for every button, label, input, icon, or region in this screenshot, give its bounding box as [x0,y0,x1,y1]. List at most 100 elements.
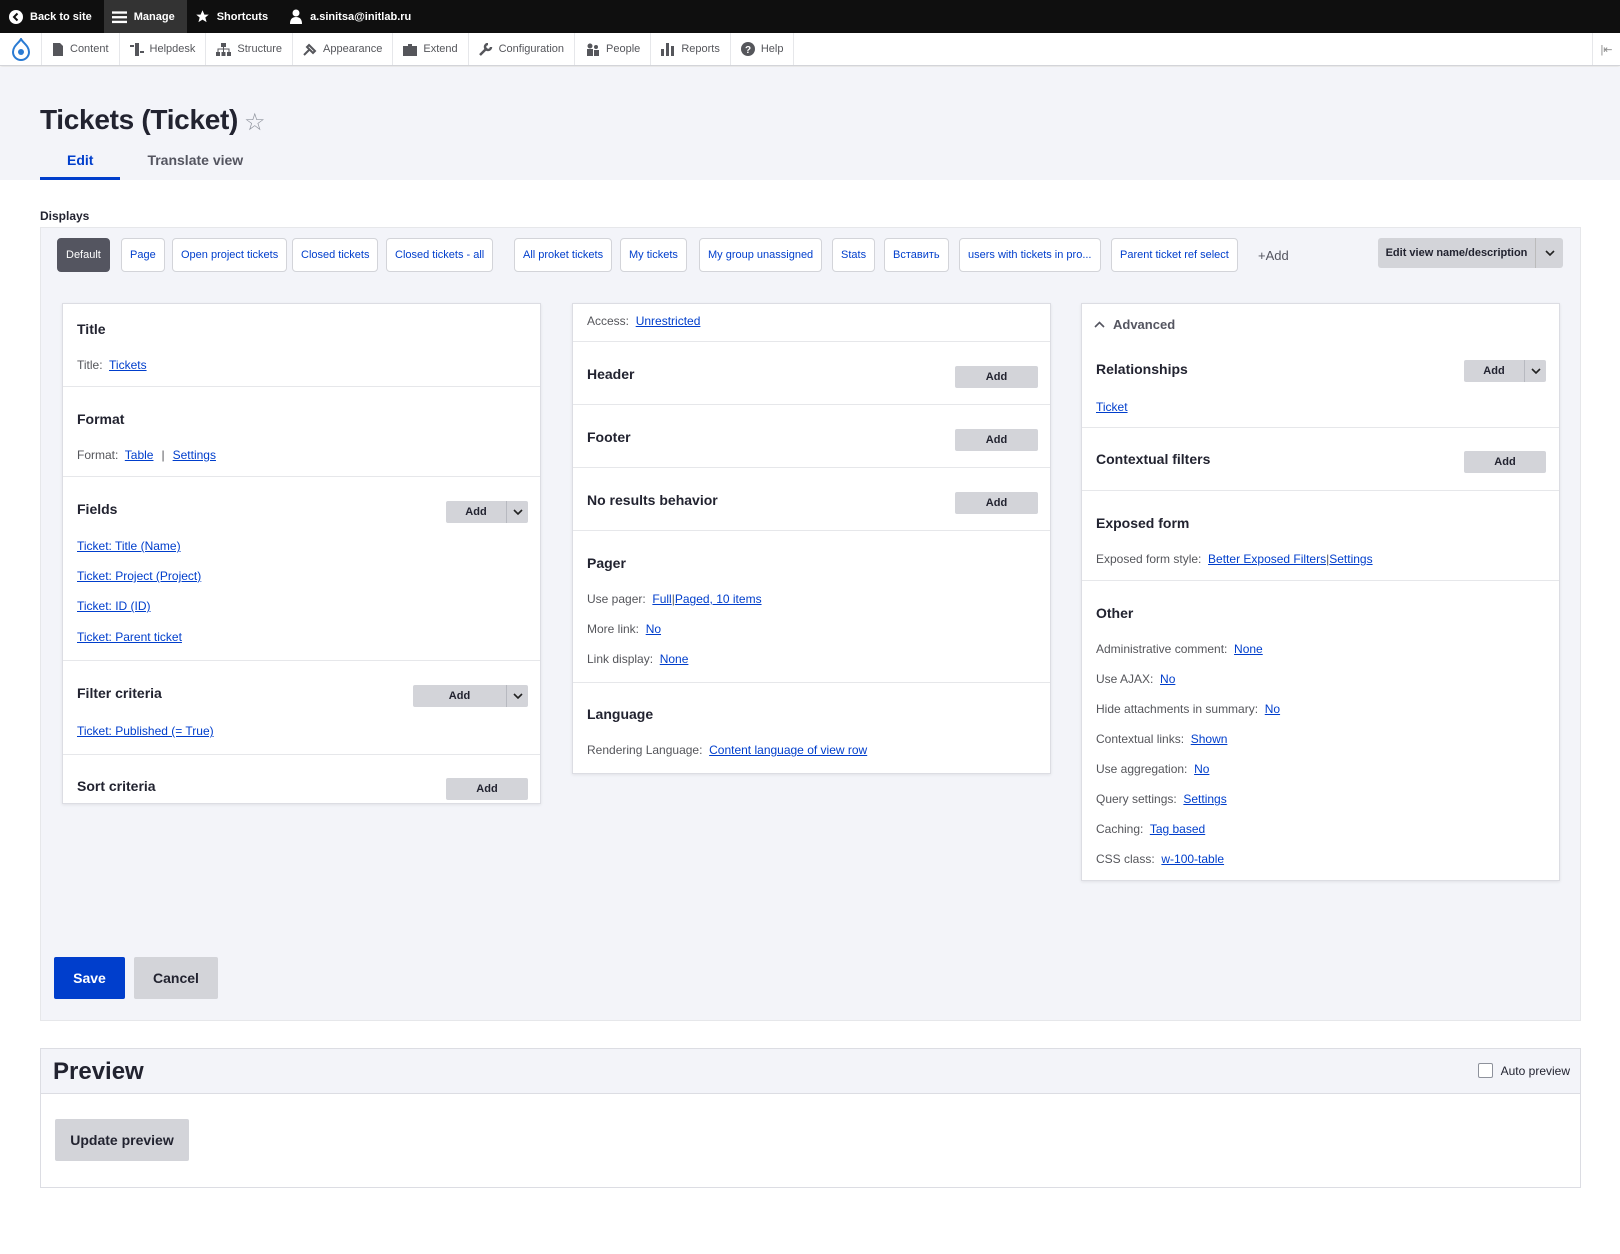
no-results-add-button[interactable]: Add [955,492,1038,514]
display-tab-closed[interactable]: Closed tickets [292,238,379,272]
other-value-link[interactable]: Settings [1183,792,1226,806]
display-tab-my-group[interactable]: My group unassigned [699,238,823,272]
tab-translate-view[interactable]: Translate view [120,146,270,180]
format-settings-link[interactable]: Settings [173,448,216,462]
section-sort-criteria: Sort criteria Add [63,755,540,803]
field-link[interactable]: Ticket: Title (Name) [77,539,181,553]
tray-configuration[interactable]: Configuration [469,33,576,65]
fields-add-dropbutton[interactable]: Add [446,501,528,523]
tray-appearance[interactable]: Appearance [293,33,394,65]
tray-help-label: Help [760,43,784,55]
tray-reports[interactable]: Reports [651,33,731,65]
tray-structure[interactable]: Structure [206,33,294,65]
chevron-down-icon[interactable] [1524,360,1546,382]
back-to-site-link[interactable]: Back to site [0,0,104,33]
fields-add-button[interactable]: Add [446,506,506,518]
footer-add-button[interactable]: Add [955,429,1038,451]
tray-extend[interactable]: Extend [393,33,469,65]
display-tab-open-project[interactable]: Open project tickets [172,238,288,272]
other-value-link[interactable]: No [1160,672,1175,686]
auto-preview-control[interactable]: Auto preview [1477,1063,1570,1078]
contextual-add-button[interactable]: Add [1464,451,1546,473]
contextual-add-label: Add [1494,456,1516,468]
other-value-link[interactable]: Shown [1191,732,1228,746]
section-relationships: Relationships Add Ticket [1082,344,1559,428]
cancel-button[interactable]: Cancel [134,957,218,999]
add-display-link[interactable]: +Add [1258,238,1289,272]
field-link[interactable]: Ticket: ID (ID) [77,599,151,613]
wrench-icon [478,42,492,56]
favorite-star-icon[interactable]: ☆ [244,108,266,137]
section-format: Format Format: Table | Settings [63,387,540,477]
more-link-value[interactable]: No [646,622,661,636]
drupal-logo-icon[interactable] [0,33,42,65]
display-tab-default[interactable]: Default [57,238,110,272]
exposed-settings-link[interactable]: Settings [1329,552,1372,566]
other-value-link[interactable]: w-100-table [1161,852,1224,866]
display-tab-parent-ref[interactable]: Parent ticket ref select [1111,238,1238,272]
display-tab-my-tickets[interactable]: My tickets [620,238,687,272]
collapse-arrow-icon: |⇤ [1600,43,1613,56]
footer-heading: Footer [587,429,631,445]
other-value-link[interactable]: No [1265,702,1280,716]
link-display-value[interactable]: None [660,652,689,666]
title-setting: Title: Tickets [77,358,147,372]
appearance-icon [303,43,317,56]
advanced-toggle[interactable]: Advanced [1082,304,1559,344]
sort-add-button[interactable]: Add [446,778,528,800]
update-preview-button[interactable]: Update preview [55,1119,189,1161]
filter-add-dropbutton[interactable]: Add [413,685,528,707]
no-results-heading: No results behavior [587,492,718,508]
user-tab[interactable]: a.sinitsa@initlab.ru [280,0,423,33]
manage-tab[interactable]: Manage [103,0,187,33]
contextual-heading: Contextual filters [1096,451,1211,467]
sort-heading: Sort criteria [77,778,156,794]
tray-orientation-toggle[interactable]: |⇤ [1592,33,1620,65]
pager-paged-link[interactable]: Paged, 10 items [675,592,762,606]
pager-full-link[interactable]: Full [652,592,671,606]
pager-use-row: Use pager: Full|Paged, 10 items [587,592,762,606]
edit-view-dropbutton[interactable]: Edit view name/description [1378,238,1563,268]
tray-people[interactable]: People [575,33,652,65]
header-add-button[interactable]: Add [955,366,1038,388]
field-link[interactable]: Ticket: Project (Project) [77,569,201,583]
chevron-down-icon[interactable] [1535,238,1563,268]
exposed-style-link[interactable]: Better Exposed Filters [1208,552,1326,566]
tray-content[interactable]: Content [42,33,120,65]
field-link[interactable]: Ticket: Parent ticket [77,630,182,644]
tray-helpdesk-label: Helpdesk [149,43,196,55]
tray-help[interactable]: ? Help [731,33,795,65]
shortcuts-tab[interactable]: Shortcuts [187,0,280,33]
edit-view-name-button[interactable]: Edit view name/description [1378,238,1535,268]
relationship-link[interactable]: Ticket [1096,400,1128,414]
rendering-language-link[interactable]: Content language of view row [709,743,867,757]
access-value-link[interactable]: Unrestricted [636,314,701,328]
tab-edit[interactable]: Edit [40,146,121,180]
other-row: Query settings: Settings [1096,792,1227,806]
pager-heading: Pager [587,555,626,571]
display-tab-stats[interactable]: Stats [832,238,876,272]
title-value-link[interactable]: Tickets [109,358,147,372]
relationships-add-button[interactable]: Add [1464,365,1524,377]
display-tab-closed-all[interactable]: Closed tickets - all [386,238,494,272]
tray-helpdesk[interactable]: Helpdesk [120,33,207,65]
display-tab-page[interactable]: Page [121,238,165,272]
chevron-down-icon[interactable] [506,685,528,707]
filter-link[interactable]: Ticket: Published (= True) [77,724,214,738]
other-value-link[interactable]: None [1234,642,1263,656]
auto-preview-checkbox[interactable] [1477,1063,1493,1078]
chevron-down-icon[interactable] [506,501,528,523]
save-button[interactable]: Save [54,957,125,999]
tray-reports-label: Reports [681,43,720,55]
pager-link-display-row: Link display: None [587,652,688,666]
display-tab-vstavit[interactable]: Вставить [884,238,949,272]
other-value-link[interactable]: Tag based [1150,822,1205,836]
other-value-link[interactable]: No [1194,762,1209,776]
filter-add-button[interactable]: Add [413,690,506,702]
format-table-link[interactable]: Table [125,448,154,462]
display-tab-users[interactable]: users with tickets in pro... [959,238,1101,272]
relationships-add-dropbutton[interactable]: Add [1464,360,1546,382]
advanced-label: Advanced [1113,317,1176,332]
tray-extend-label: Extend [423,43,458,55]
display-tab-all-proket[interactable]: All proket tickets [514,238,613,272]
